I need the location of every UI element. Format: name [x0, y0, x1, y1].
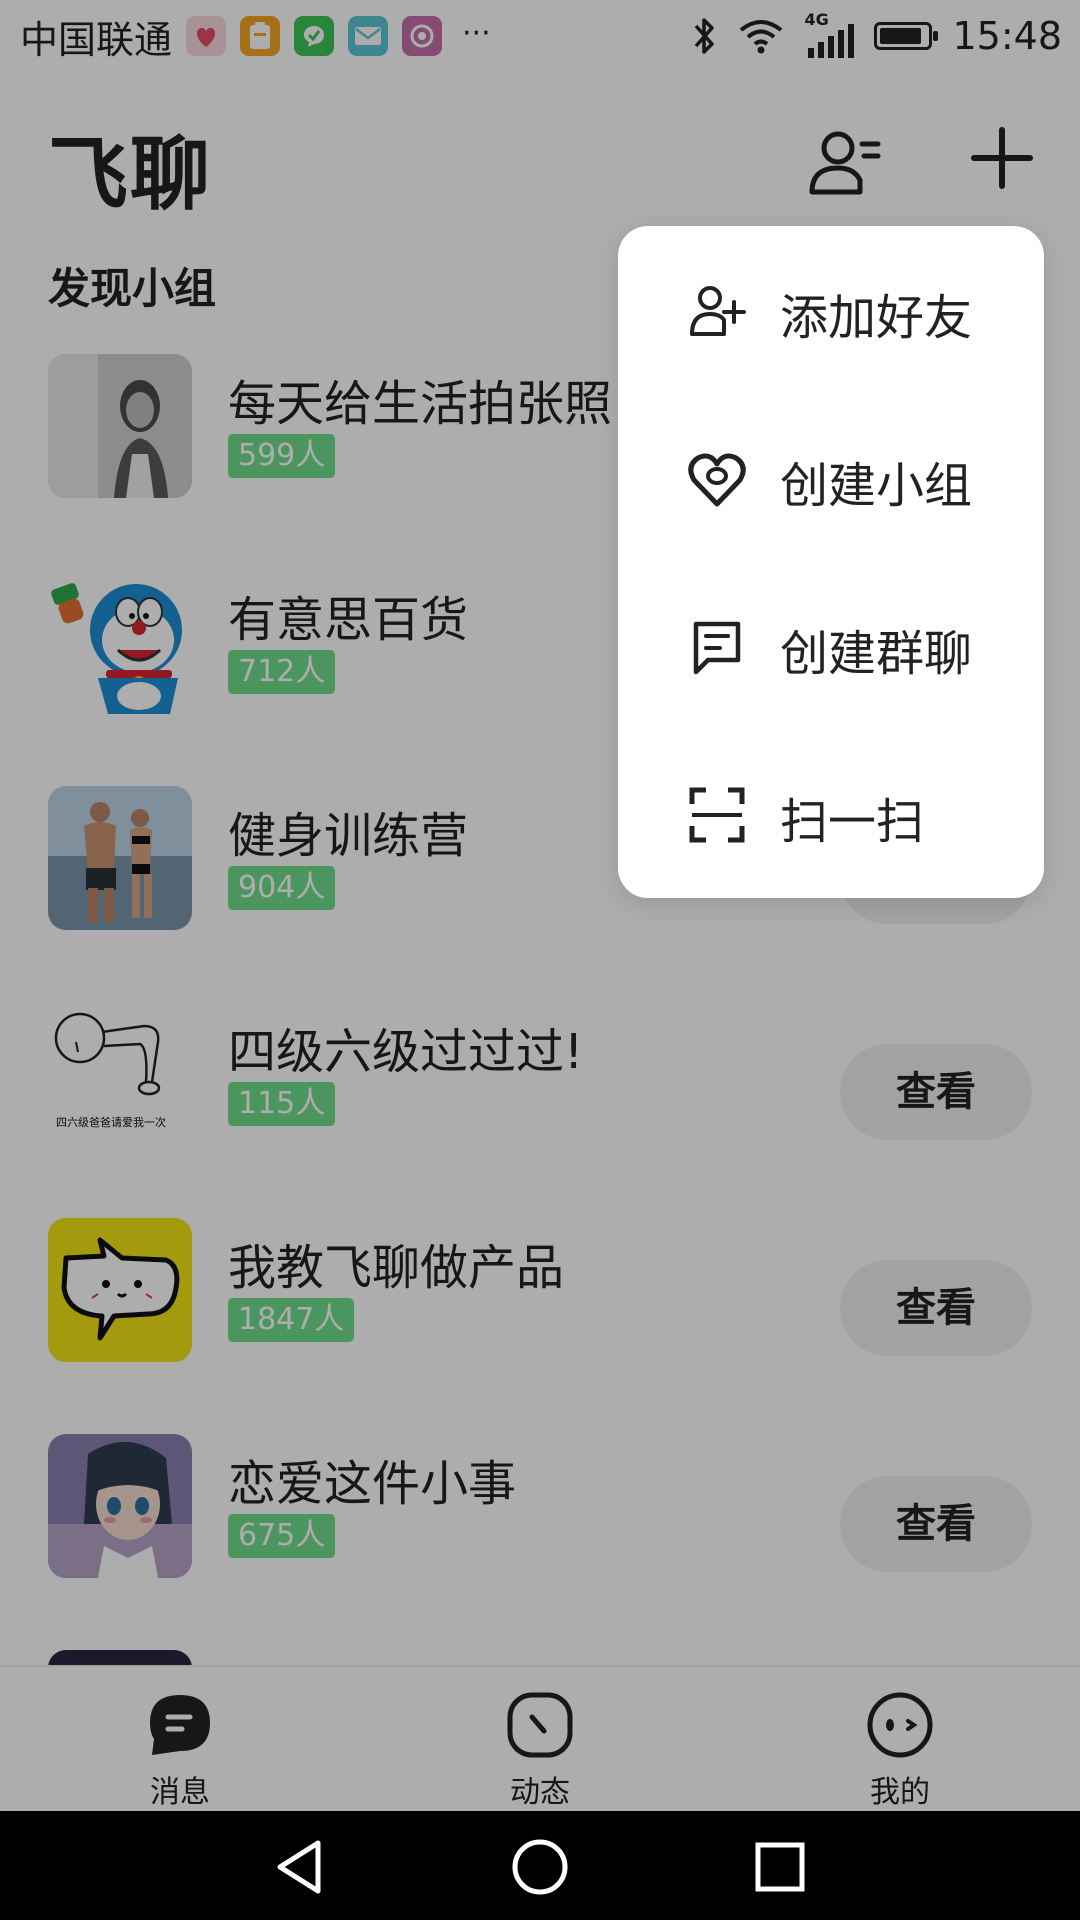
add-menu-popup: 添加好友 创建小组 创建群聊 扫一扫 — [618, 226, 1044, 898]
menu-item-create-group[interactable]: 创建小组 — [618, 394, 1044, 562]
menu-item-label: 扫一扫 — [780, 794, 925, 850]
add-friend-icon — [690, 286, 746, 336]
back-icon[interactable] — [270, 1837, 330, 1897]
menu-item-add-friend[interactable]: 添加好友 — [618, 226, 1044, 394]
heart-group-icon — [688, 453, 746, 507]
system-nav-bar — [0, 1811, 1080, 1920]
menu-item-scan[interactable]: 扫一扫 — [618, 730, 1044, 898]
menu-item-label: 创建小组 — [780, 458, 973, 514]
scan-icon — [689, 787, 745, 843]
menu-item-label: 添加好友 — [780, 290, 973, 346]
recents-icon[interactable] — [750, 1837, 810, 1897]
home-icon[interactable] — [510, 1837, 570, 1897]
chat-icon — [693, 621, 741, 675]
menu-item-create-chat[interactable]: 创建群聊 — [618, 562, 1044, 730]
menu-item-label: 创建群聊 — [780, 626, 973, 682]
